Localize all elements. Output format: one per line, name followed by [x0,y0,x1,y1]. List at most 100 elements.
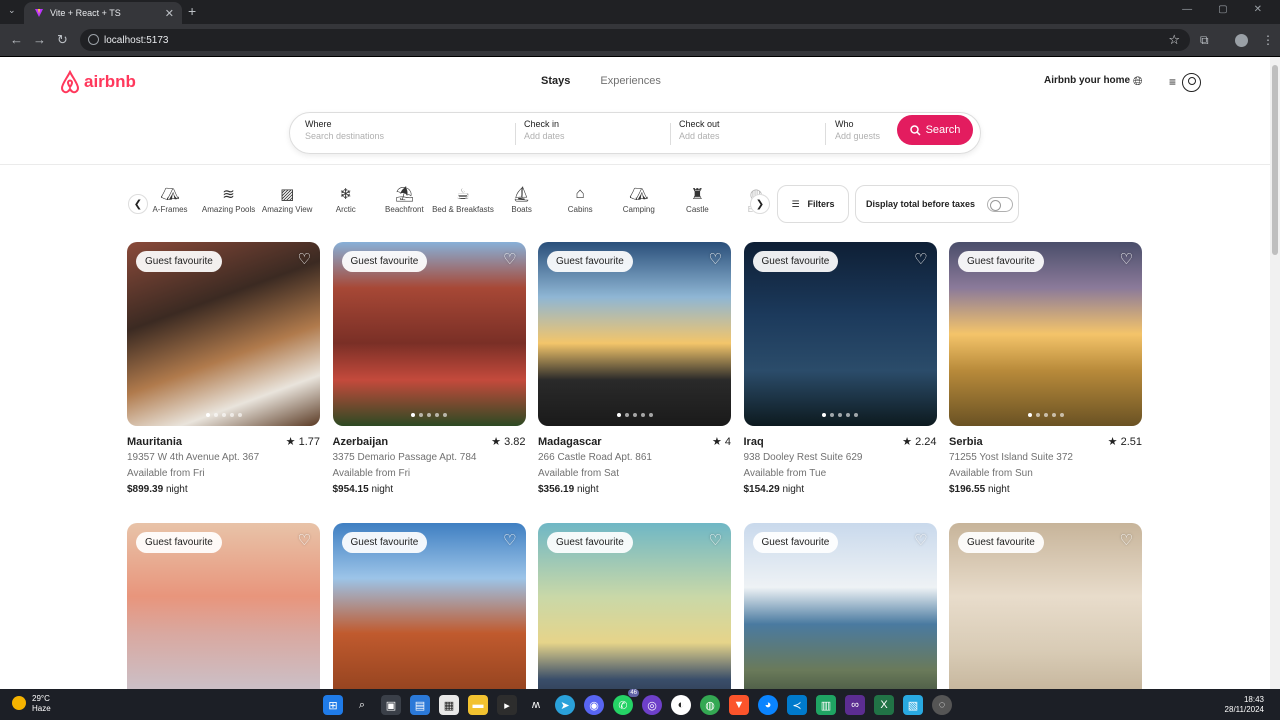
listing-photo[interactable]: Guest favourite ♡ [949,242,1142,426]
notepad-icon[interactable]: ▦ [439,695,459,715]
terminal-icon[interactable]: ▸ [497,695,517,715]
taxes-toggle-box[interactable]: Display total before taxes [855,185,1019,223]
store-icon[interactable]: ▤ [410,695,430,715]
category-item[interactable]: ⛵︎ Boats [491,185,553,214]
where-field[interactable]: Where Search destinations [305,119,384,141]
listing-card[interactable]: Guest favourite ♡ [743,523,937,689]
listing-card[interactable]: Guest favourite ♡ Iraq ★ 2.24 938 Dooley Res… [743,242,937,498]
scrollbar-thumb[interactable] [1272,65,1278,255]
category-item[interactable]: ▨ Amazing View [256,185,318,214]
listing-photo[interactable]: Guest favourite ♡ [332,523,526,689]
heart-icon[interactable]: ♡ [914,531,927,549]
category-item[interactable]: ≋ Amazing Pools [198,185,260,214]
page-scrollbar[interactable] [1270,57,1280,689]
maximize-icon[interactable]: ▢ [1218,4,1227,15]
category-item[interactable]: ⛺︎ Camping [608,185,670,214]
excel-icon[interactable]: X [874,695,894,715]
listing-card[interactable]: Guest favourite ♡ Mauritania ★ 1.77 19357 W … [127,242,320,498]
listing-card[interactable]: Guest favourite ♡ [332,523,526,689]
listing-card[interactable]: Guest favourite ♡ Azerbaijan ★ 3.82 3375 Dem… [332,242,526,498]
category-item[interactable]: ☕︎ Bed & Breakfasts [432,185,494,214]
browser-tab[interactable]: Vite + React + TS ✕ [24,2,182,24]
back-icon[interactable]: ← [10,32,23,47]
reload-icon[interactable]: ↻ [57,32,68,48]
listing-photo[interactable]: Guest favourite ♡ [127,242,320,426]
heart-icon[interactable]: ♡ [298,531,311,549]
category-item[interactable]: ❄ Arctic [315,185,377,214]
listing-photo[interactable]: Guest favourite ♡ [743,523,937,689]
photo-carousel-dots[interactable] [127,413,320,417]
tab-search-icon[interactable]: ⌄ [8,5,16,16]
listing-card[interactable]: Guest favourite ♡ [127,523,320,689]
listing-card[interactable]: Guest favourite ♡ Madagascar ★ 4 266 Castle … [538,242,731,498]
github-icon[interactable]: ◎ [642,695,662,715]
task-view-icon[interactable]: ▣ [381,695,401,715]
firefox-icon[interactable]: ◕ [758,695,778,715]
weather-widget[interactable]: 29°C Haze [12,694,51,714]
listing-photo[interactable]: Guest favourite ♡ [538,242,731,426]
new-tab-button[interactable]: + [188,3,196,19]
listing-photo[interactable]: Guest favourite ♡ [332,242,526,426]
photos-icon[interactable]: ▧ [903,695,923,715]
checkout-field[interactable]: Check out Add dates [679,119,720,141]
minimize-icon[interactable]: — [1182,4,1192,15]
who-field[interactable]: Who Add guests [835,119,880,141]
tab-stays[interactable]: Stays [541,75,570,87]
globe-icon[interactable]: 🌐︎ [1133,74,1143,89]
photo-carousel-dots[interactable] [538,413,731,417]
heart-icon[interactable]: ♡ [709,531,722,549]
windows-start-icon[interactable]: ⊞ [323,695,343,715]
forward-icon[interactable]: → [33,32,46,47]
listing-photo[interactable]: Guest favourite ♡ [538,523,731,689]
photo-carousel-dots[interactable] [949,413,1142,417]
pycharm-icon[interactable]: ▥ [816,695,836,715]
brave-icon[interactable]: ▼ [729,695,749,715]
airbnb-logo[interactable]: airbnb [59,70,136,94]
bookmark-star-icon[interactable]: ☆ [1168,32,1180,48]
filters-button[interactable]: ☰ Filters [777,185,849,223]
category-item[interactable]: ⌂ Cabins [549,185,611,214]
user-menu-button[interactable]: ≡ [1163,69,1211,95]
heart-icon[interactable]: ♡ [914,250,927,268]
listing-photo[interactable]: Guest favourite ♡ [743,242,937,426]
vscode-icon[interactable]: ≺ [787,695,807,715]
heart-icon[interactable]: ♡ [503,250,516,268]
chrome-icon[interactable]: ◍ [700,695,720,715]
host-link[interactable]: Airbnb your home [1044,75,1130,86]
photo-carousel-dots[interactable] [333,413,526,417]
taxes-toggle[interactable] [987,196,1014,212]
close-window-icon[interactable]: ✕ [1254,4,1262,15]
heart-icon[interactable]: ♡ [503,531,516,549]
checkin-field[interactable]: Check in Add dates [524,119,565,141]
file-explorer-icon[interactable]: ▬ [468,695,488,715]
discord-icon[interactable]: ◉ [584,695,604,715]
system-clock[interactable]: 18:43 28/11/2024 [1225,695,1264,715]
menu-dots-icon[interactable]: ⋮ [1262,33,1274,47]
visual-studio-icon[interactable]: ∞ [845,695,865,715]
app-icon[interactable]: ʍ [526,695,546,715]
whatsapp-icon[interactable]: ✆ 46 [613,689,639,715]
category-item[interactable]: ⛱︎ Beachfront [373,185,435,214]
listing-card[interactable]: Guest favourite ♡ [949,523,1142,689]
heart-icon[interactable]: ♡ [709,250,722,268]
listing-card[interactable]: Guest favourite ♡ Serbia ★ 2.51 71255 Yost I… [949,242,1142,498]
app-icon[interactable]: ◐ [671,695,691,715]
category-item[interactable]: ⛺︎ A-Frames [139,185,201,214]
search-icon[interactable]: ⌕ [352,695,372,715]
heart-icon[interactable]: ♡ [1120,531,1133,549]
heart-icon[interactable]: ♡ [1120,250,1133,268]
site-info-icon[interactable] [88,34,99,45]
photo-carousel-dots[interactable] [744,413,937,417]
address-bar[interactable]: localhost:5173 ☆ [80,29,1190,51]
extensions-icon[interactable]: ⧉ [1200,33,1209,48]
listing-photo[interactable]: Guest favourite ♡ [949,523,1142,689]
heart-icon[interactable]: ♡ [298,250,311,268]
search-button[interactable]: Search [897,115,973,145]
tab-close-icon[interactable]: ✕ [165,7,174,20]
category-next-button[interactable]: ❯ [750,194,770,214]
profile-avatar[interactable] [1235,34,1248,47]
listing-photo[interactable]: Guest favourite ♡ [127,523,320,689]
telegram-icon[interactable]: ➤ [555,695,575,715]
category-item[interactable]: ♜ Castle [666,185,728,214]
tab-experiences[interactable]: Experiences [600,75,661,87]
